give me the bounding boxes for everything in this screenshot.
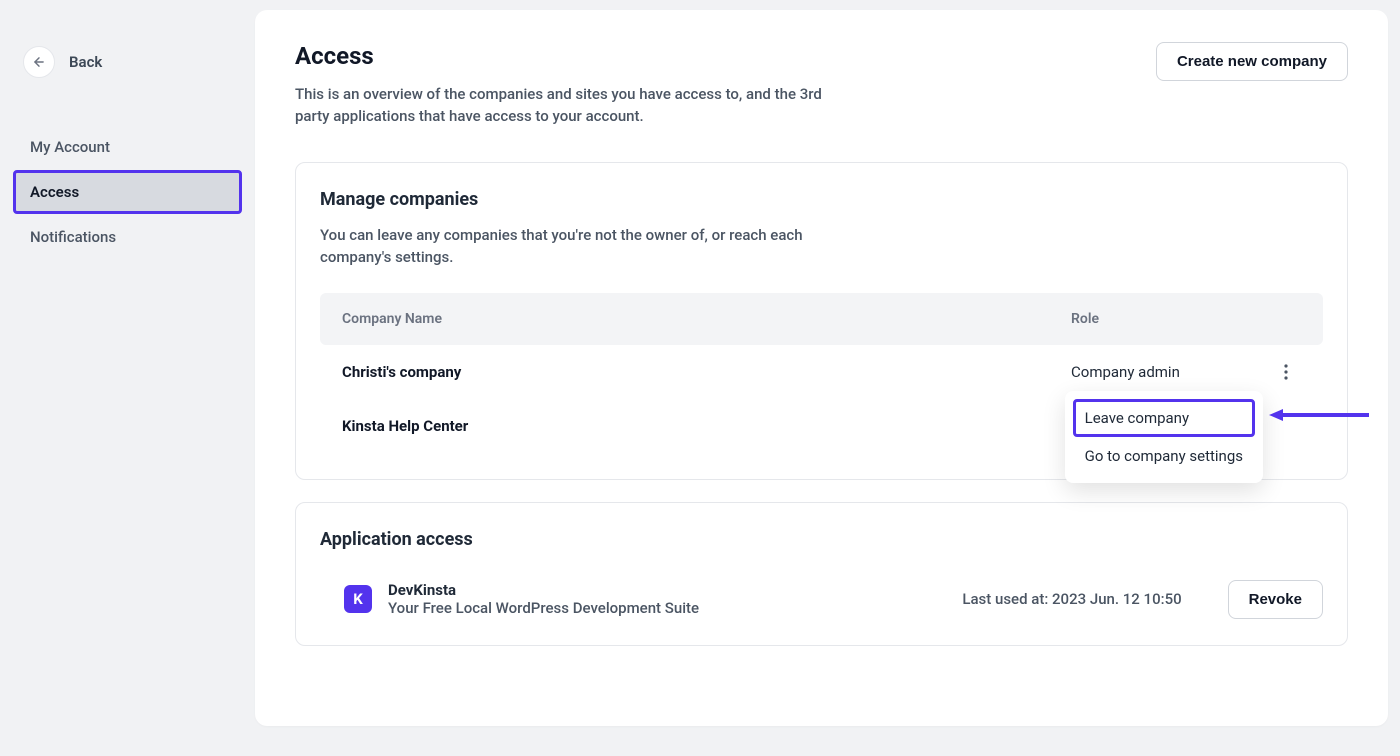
- page-title: Access: [295, 42, 855, 70]
- company-role-cell: Company admin: [1071, 363, 1271, 381]
- app-logo: K: [344, 585, 372, 613]
- column-header-role: Role: [1071, 311, 1301, 327]
- back-label: Back: [69, 53, 102, 71]
- back-icon-circle: [23, 46, 55, 78]
- sidebar: Back My Account Access Notifications: [0, 0, 255, 756]
- sidebar-item-label: My Account: [30, 138, 110, 156]
- company-name-cell: Kinsta Help Center: [342, 417, 1071, 435]
- arrow-left-icon: [1269, 407, 1369, 423]
- app-logo-letter: K: [353, 590, 363, 608]
- page-subtitle: This is an overview of the companies and…: [295, 84, 855, 128]
- application-row: K DevKinsta Your Free Local WordPress De…: [320, 572, 1323, 619]
- column-header-name: Company Name: [342, 311, 1071, 327]
- card-title: Manage companies: [320, 189, 1323, 210]
- app-name: DevKinsta: [388, 581, 946, 599]
- main-content: Access This is an overview of the compan…: [255, 10, 1388, 726]
- sidebar-item-my-account[interactable]: My Account: [13, 126, 242, 168]
- manage-companies-card: Manage companies You can leave any compa…: [295, 162, 1348, 480]
- dropdown-company-settings[interactable]: Go to company settings: [1073, 437, 1255, 475]
- last-used-value: 2023 Jun. 12 10:50: [1052, 590, 1182, 608]
- table-row: Christi's company Company admin Leave co…: [320, 345, 1323, 399]
- back-button[interactable]: Back: [13, 46, 242, 78]
- company-name-cell: Christi's company: [342, 363, 1071, 381]
- app-last-used: Last used at: 2023 Jun. 12 10:50: [962, 590, 1181, 608]
- sidebar-item-label: Access: [30, 183, 79, 201]
- sidebar-item-notifications[interactable]: Notifications: [13, 216, 242, 258]
- sidebar-item-access[interactable]: Access: [13, 170, 242, 214]
- card-title: Application access: [320, 529, 1323, 550]
- row-actions-button[interactable]: [1271, 364, 1301, 380]
- row-actions-dropdown: Leave company Go to company settings: [1065, 391, 1263, 483]
- arrow-left-icon: [32, 55, 46, 69]
- kebab-icon: [1284, 364, 1288, 380]
- companies-table-header: Company Name Role: [320, 293, 1323, 345]
- last-used-label: Last used at:: [962, 590, 1048, 608]
- revoke-button[interactable]: Revoke: [1228, 580, 1323, 619]
- application-access-card: Application access K DevKinsta Your Free…: [295, 502, 1348, 646]
- dropdown-leave-company[interactable]: Leave company: [1073, 399, 1255, 437]
- app-description: Your Free Local WordPress Development Su…: [388, 599, 946, 617]
- create-company-button[interactable]: Create new company: [1156, 42, 1348, 81]
- annotation-arrow: [1269, 407, 1369, 427]
- sidebar-item-label: Notifications: [30, 228, 116, 246]
- card-subtitle: You can leave any companies that you're …: [320, 224, 860, 269]
